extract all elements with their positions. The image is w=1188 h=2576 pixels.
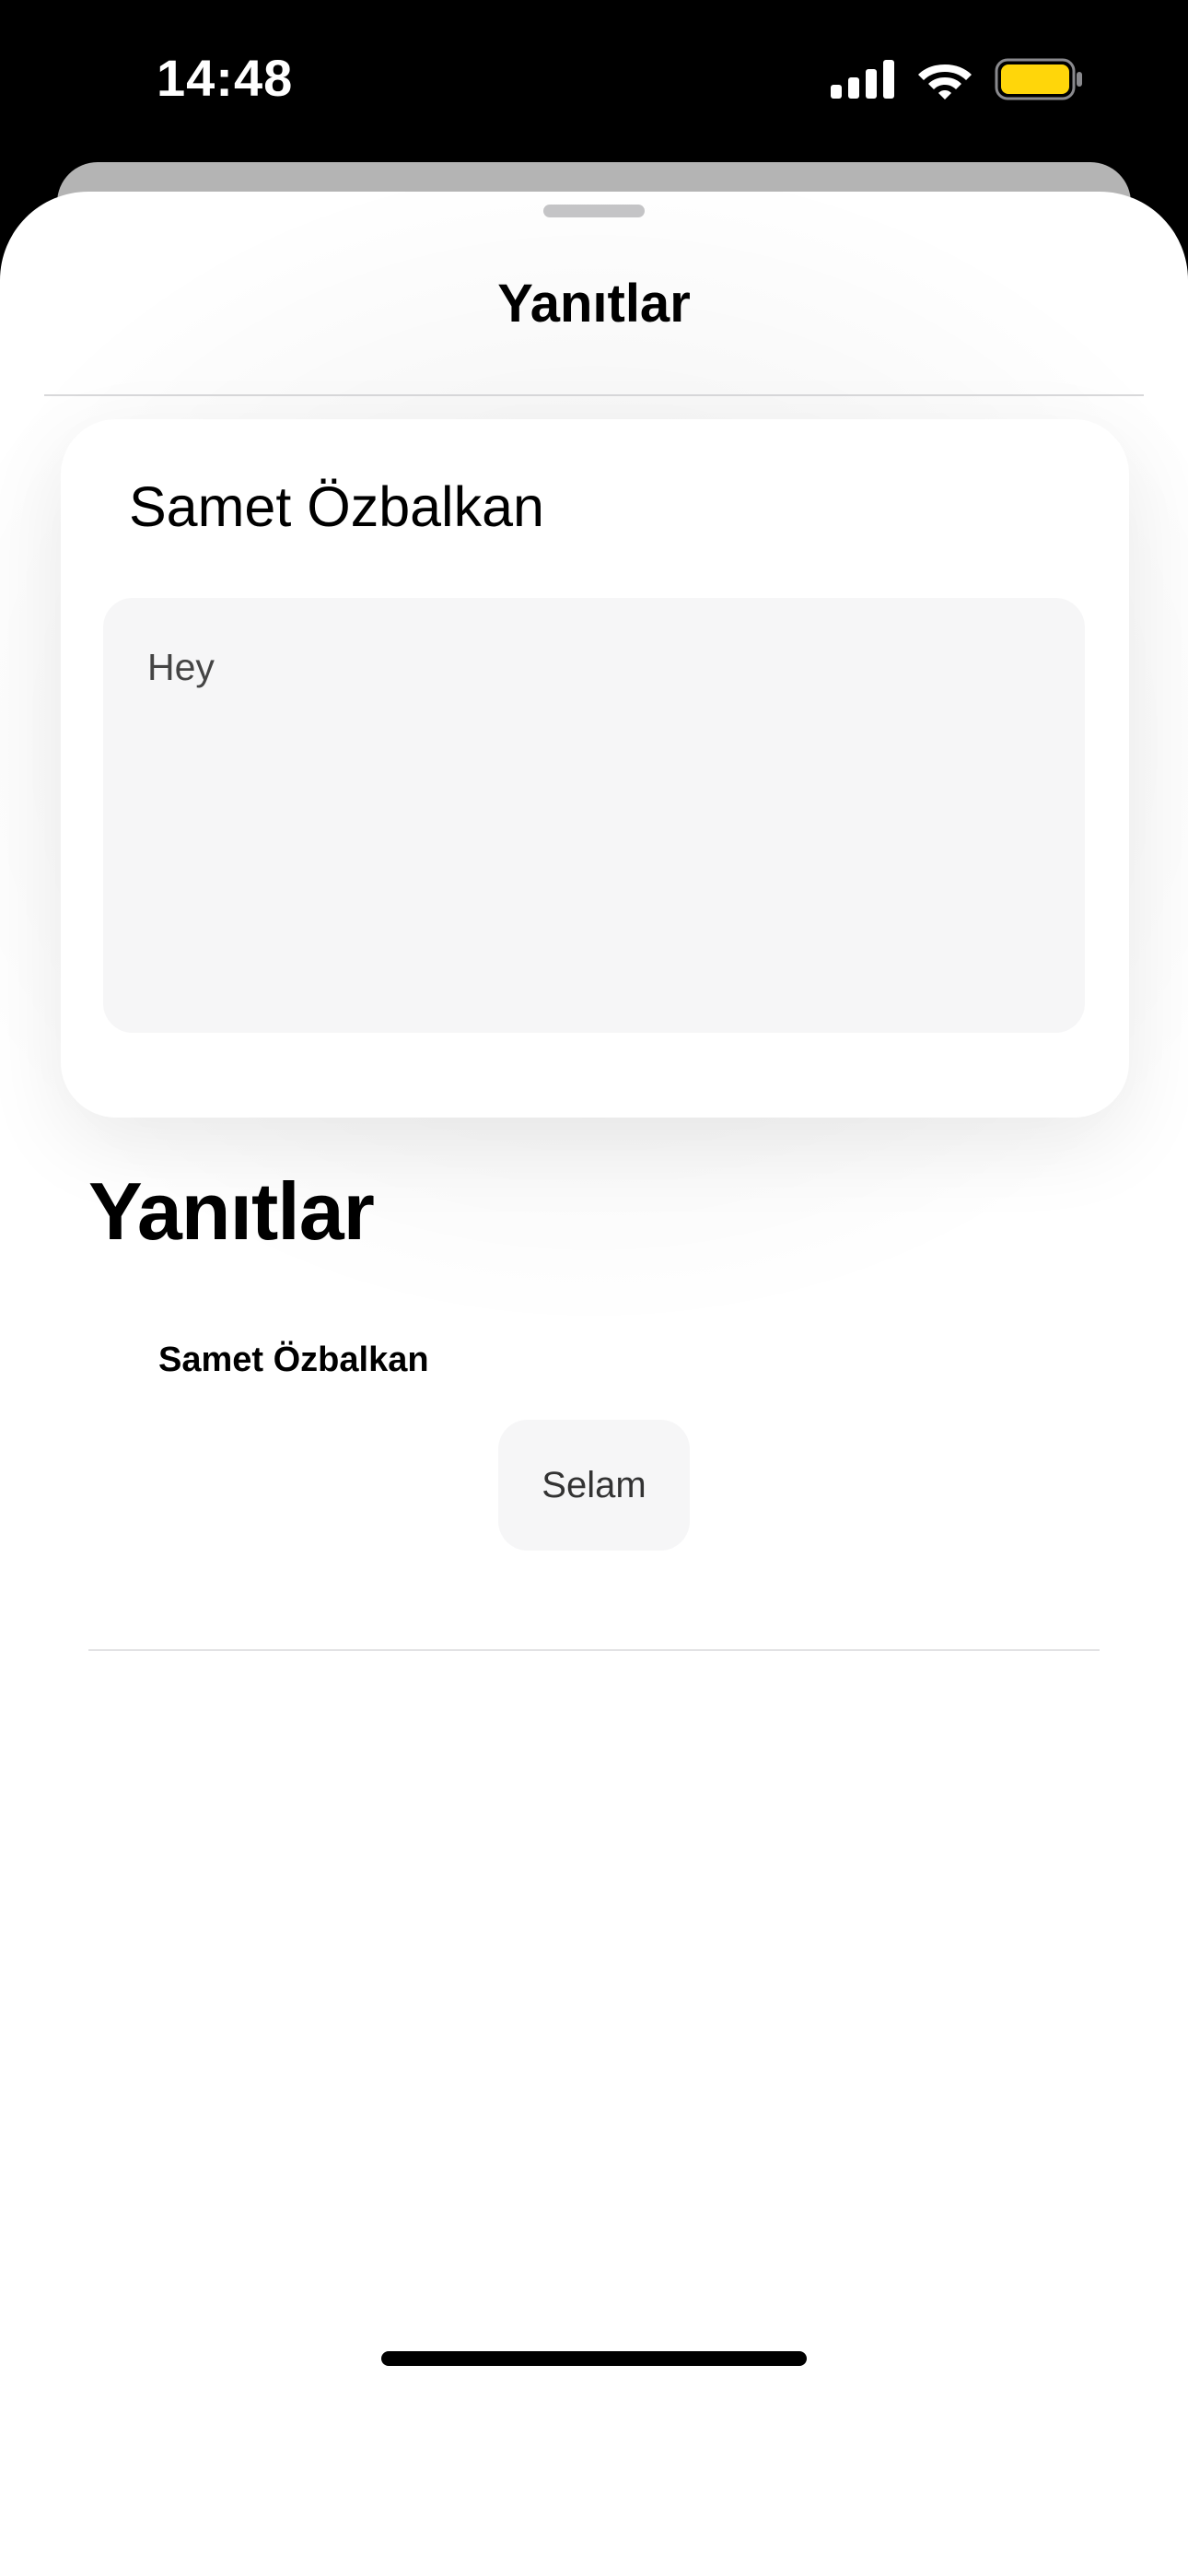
battery-icon	[995, 58, 1082, 100]
replies-heading: Yanıtlar	[88, 1165, 375, 1257]
home-indicator[interactable]	[381, 2351, 807, 2366]
cellular-signal-icon	[831, 60, 894, 99]
compose-card: Samet Özbalkan Hey	[61, 419, 1129, 1118]
status-icons	[831, 57, 1083, 101]
sheet-title: Yanıtlar	[497, 274, 691, 334]
compose-author-name: Samet Özbalkan	[129, 475, 544, 538]
reply-input-text: Hey	[147, 646, 215, 688]
replies-sheet: Yanıtlar Samet Özbalkan Hey Yanıtlar Sam…	[0, 192, 1188, 2576]
reply-author-name: Samet Özbalkan	[158, 1341, 429, 1379]
header-divider	[44, 394, 1144, 396]
reply-message-bubble: Selam	[498, 1420, 690, 1551]
sheet-grabber[interactable]	[543, 205, 645, 217]
status-bar: 14:48	[0, 0, 1188, 157]
reply-divider	[88, 1649, 1100, 1651]
reply-text-input[interactable]: Hey	[103, 598, 1085, 1033]
wifi-icon	[918, 64, 972, 100]
status-time: 14:48	[157, 49, 294, 107]
